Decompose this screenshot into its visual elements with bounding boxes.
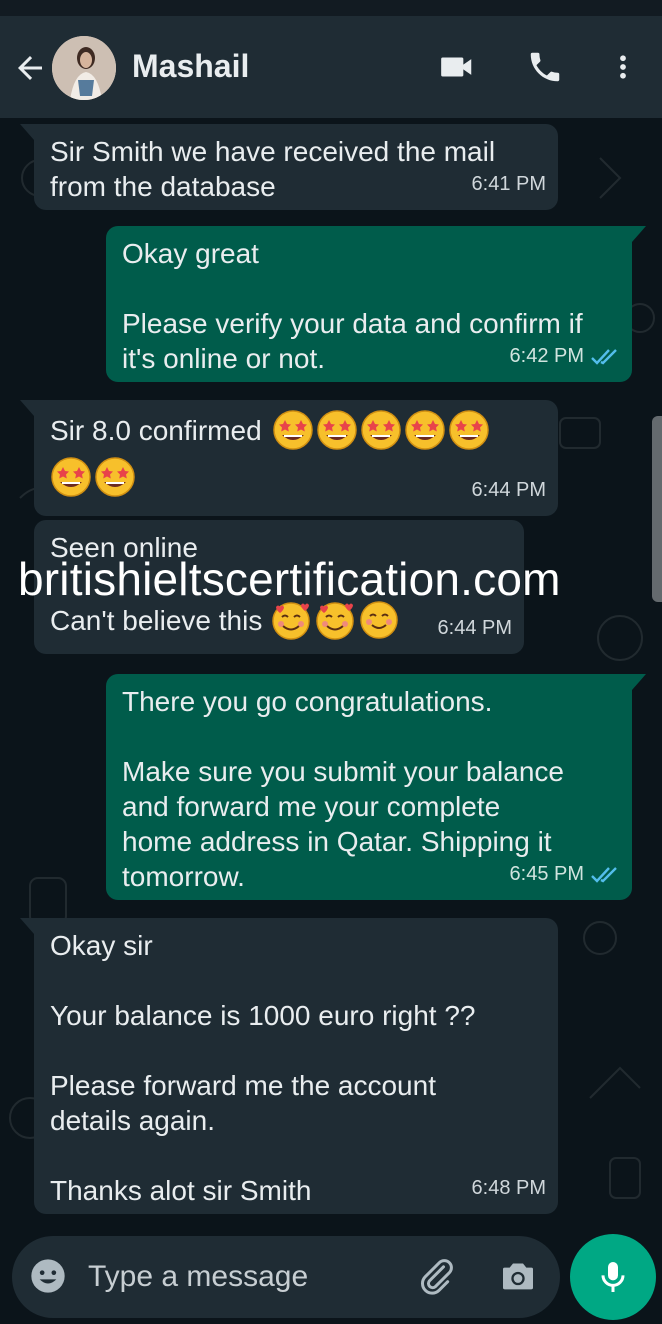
mic-icon: [601, 1262, 625, 1292]
emoji-icon[interactable]: [28, 1256, 68, 1296]
star-struck-emoji-icon: [360, 410, 401, 450]
message-time: 6:45 PM: [509, 863, 584, 885]
message-time: 6:48 PM: [471, 1177, 546, 1199]
camera-icon[interactable]: [498, 1256, 538, 1296]
read-ticks-icon: [591, 348, 617, 365]
message-input[interactable]: [88, 1252, 388, 1302]
read-ticks-icon: [591, 866, 617, 883]
watermark-text: britishieltscertification.com: [18, 553, 561, 605]
status-bar: [0, 0, 662, 16]
star-struck-emoji-icon: [95, 457, 135, 497]
chat-area[interactable]: Sir Smith we have received the mail from…: [0, 118, 662, 1224]
message-time: 6:41 PM: [471, 173, 546, 195]
attach-icon[interactable]: [416, 1256, 456, 1296]
message-bubble-incoming[interactable]: Okay sir Your balance is 1000 euro right…: [20, 918, 558, 1214]
message-meta: 6:45 PM: [510, 857, 620, 892]
message-bubble-incoming[interactable]: Sir Smith we have received the mail from…: [20, 124, 558, 210]
message-text: Okay sir Your balance is 1000 euro right…: [50, 930, 476, 1206]
more-options-icon[interactable]: [608, 48, 638, 86]
message-meta: 6:48 PM: [472, 1171, 546, 1206]
message-text: Sir Smith we have received the mail from…: [50, 136, 496, 202]
voice-call-icon[interactable]: [526, 48, 564, 86]
message-line: Sir 8.0 confirmed: [50, 410, 542, 450]
message-meta: 6:44 PM: [438, 611, 512, 646]
message-composer: [12, 1236, 560, 1318]
video-call-icon[interactable]: [436, 48, 478, 86]
message-bubble-outgoing[interactable]: Okay great Please verify your data and c…: [106, 226, 646, 382]
star-struck-emoji-icon: [316, 410, 357, 450]
star-struck-emoji-icon: [272, 410, 313, 450]
message-time: 6:44 PM: [471, 479, 546, 501]
message-bubble-incoming[interactable]: Sir 8.0 confirmed 6:44 PM: [20, 400, 558, 516]
avatar[interactable]: [52, 36, 116, 100]
message-time: 6:44 PM: [437, 617, 512, 639]
scrollbar[interactable]: [652, 416, 662, 602]
message-meta: 6:42 PM: [510, 339, 620, 374]
star-struck-emoji-icon: [448, 410, 489, 450]
message-time: 6:42 PM: [509, 345, 584, 367]
star-struck-emoji-icon: [404, 410, 445, 450]
chat-header: Mashail: [0, 16, 662, 118]
message-bubble-outgoing[interactable]: There you go congratulations. Make sure …: [106, 674, 646, 900]
message-text: Sir 8.0 confirmed: [50, 414, 262, 446]
message-line: [50, 456, 542, 498]
back-arrow-icon[interactable]: [12, 50, 48, 86]
contact-name[interactable]: Mashail: [132, 48, 249, 85]
mic-button[interactable]: [570, 1234, 656, 1320]
star-struck-emoji-icon: [51, 457, 91, 497]
message-meta: 6:41 PM: [472, 167, 546, 202]
message-text: Can't believe this: [50, 604, 263, 636]
message-meta: 6:44 PM: [472, 473, 546, 508]
